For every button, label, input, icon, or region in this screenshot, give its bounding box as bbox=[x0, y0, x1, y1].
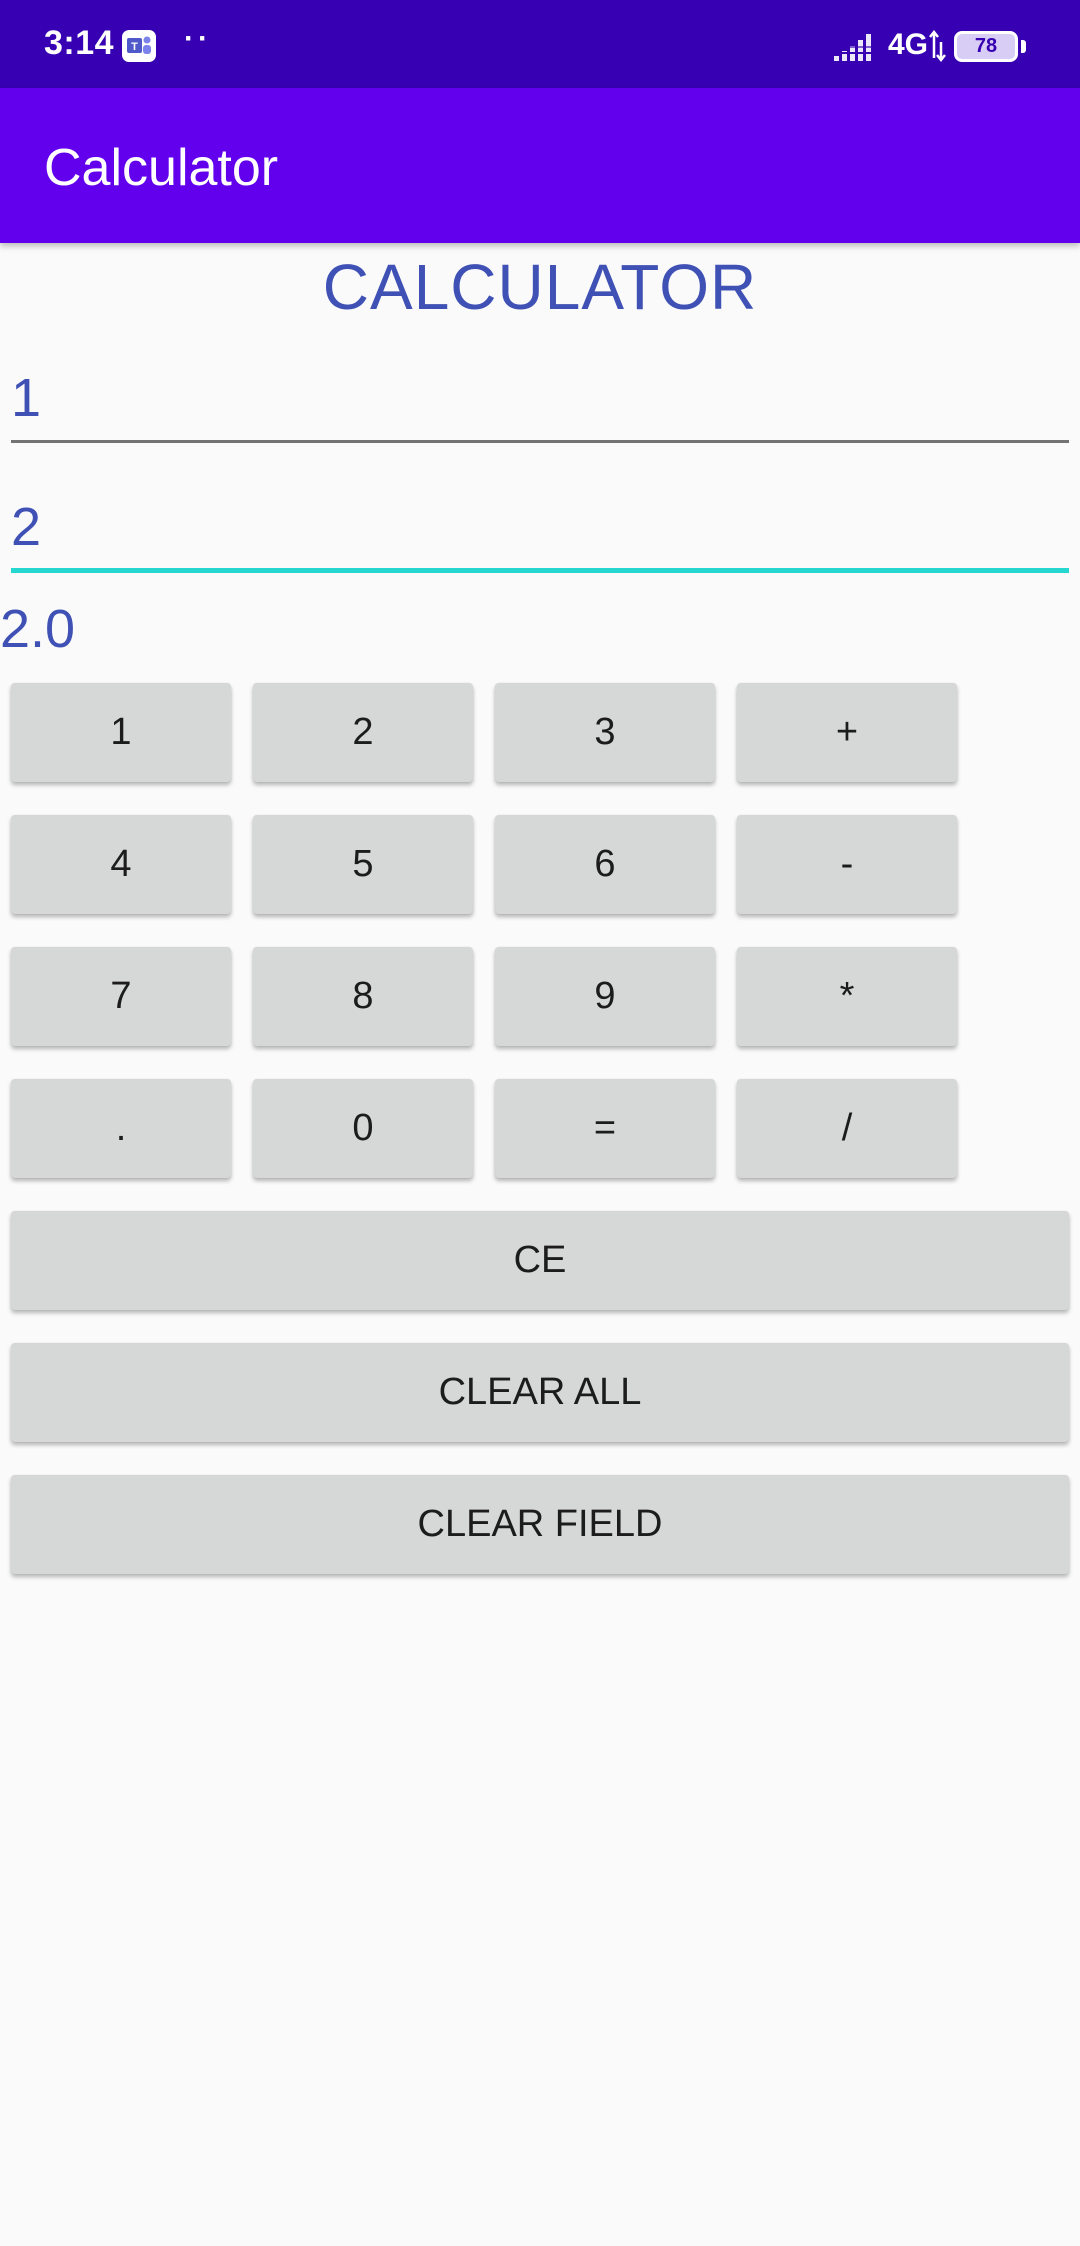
key-6-button[interactable]: 6 bbox=[495, 815, 715, 914]
equals-button[interactable]: = bbox=[495, 1079, 715, 1178]
status-time: 3:14 bbox=[44, 24, 115, 62]
app-title: Calculator bbox=[44, 139, 279, 197]
key-3-button[interactable]: 3 bbox=[495, 683, 715, 782]
divide-button[interactable]: / bbox=[737, 1079, 957, 1178]
result-display: 2.0 bbox=[0, 599, 76, 659]
clear-all-button[interactable]: CLEAR ALL bbox=[11, 1343, 1069, 1442]
signal-icon bbox=[832, 32, 876, 69]
multiply-button[interactable]: * bbox=[737, 947, 957, 1046]
key-1-button[interactable]: 1 bbox=[11, 683, 231, 782]
key-2-button[interactable]: 2 bbox=[253, 683, 473, 782]
svg-text:T: T bbox=[131, 41, 138, 53]
teams-icon: T bbox=[122, 30, 156, 62]
key-9-button[interactable]: 9 bbox=[495, 947, 715, 1046]
notification-dots: ·· bbox=[184, 22, 212, 55]
subtract-button[interactable]: - bbox=[737, 815, 957, 914]
network-type: 4G bbox=[888, 28, 929, 61]
key-8-button[interactable]: 8 bbox=[253, 947, 473, 1046]
battery-cap bbox=[1021, 40, 1026, 53]
key-4-button[interactable]: 4 bbox=[11, 815, 231, 914]
key-0-button[interactable]: 0 bbox=[253, 1079, 473, 1178]
add-button[interactable]: + bbox=[737, 683, 957, 782]
ce-button[interactable]: CE bbox=[11, 1211, 1069, 1310]
decimal-point-button[interactable]: . bbox=[11, 1079, 231, 1178]
second-number-input[interactable] bbox=[11, 485, 1069, 573]
first-number-input[interactable] bbox=[11, 355, 1069, 443]
app-bar: Calculator bbox=[0, 88, 1080, 243]
status-bar: 3:14 T ·· 4G 78 bbox=[0, 0, 1080, 88]
key-5-button[interactable]: 5 bbox=[253, 815, 473, 914]
clear-field-button[interactable]: CLEAR FIELD bbox=[11, 1475, 1069, 1574]
battery-percent: 78 bbox=[974, 35, 998, 57]
page-heading: CALCULATOR bbox=[322, 251, 758, 323]
data-arrows-icon bbox=[928, 29, 946, 67]
key-7-button[interactable]: 7 bbox=[11, 947, 231, 1046]
battery-icon: 78 bbox=[954, 31, 1018, 62]
